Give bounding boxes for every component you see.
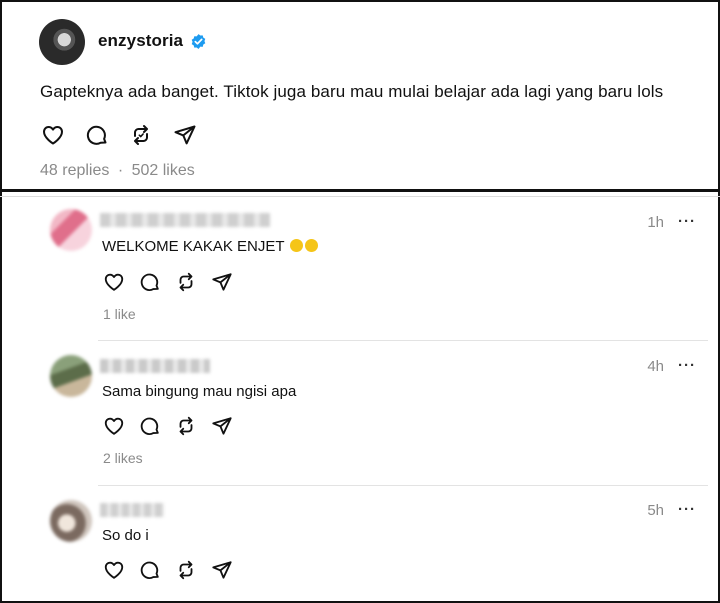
more-options-icon[interactable]: ··· — [678, 501, 696, 518]
comment-icon[interactable] — [139, 415, 161, 437]
divider — [98, 340, 708, 341]
reply-time: 5h — [647, 502, 664, 519]
reply-time: 1h — [647, 214, 664, 231]
grinning-squint-face-icon — [305, 239, 319, 252]
comment-icon[interactable] — [139, 559, 161, 581]
repost-icon[interactable] — [175, 271, 197, 293]
divider — [98, 485, 708, 486]
avatar[interactable] — [50, 500, 92, 542]
share-icon[interactable] — [211, 271, 233, 293]
repost-icon[interactable] — [175, 415, 197, 437]
share-icon[interactable] — [211, 559, 233, 581]
post-username[interactable]: enzystoria — [98, 31, 183, 51]
stats-separator: · — [117, 162, 124, 179]
post-text: Gapteknya ada banget. Tiktok juga baru m… — [40, 82, 664, 101]
replies-count[interactable]: 48 replies — [40, 162, 109, 179]
post-actions — [41, 123, 197, 147]
reply-text: Sama bingung mau ngisi apa — [102, 383, 297, 400]
reply-time: 4h — [647, 358, 664, 375]
reply-username-blurred[interactable] — [100, 213, 270, 227]
reply-actions — [103, 415, 233, 437]
reply-text: So do i — [102, 527, 149, 544]
grinning-squint-face-icon — [290, 239, 304, 252]
share-icon[interactable] — [173, 123, 197, 147]
heart-icon[interactable] — [103, 271, 125, 293]
section-divider — [0, 189, 720, 192]
divider — [0, 196, 720, 197]
heart-icon[interactable] — [41, 123, 65, 147]
share-icon[interactable] — [211, 415, 233, 437]
repost-icon[interactable] — [129, 123, 153, 147]
reply-actions — [103, 559, 233, 581]
reply-actions — [103, 271, 233, 293]
reply-text-content: WELKOME KAKAK ENJET — [102, 238, 285, 255]
post-stats: 48 replies · 502 likes — [40, 162, 195, 180]
heart-icon[interactable] — [103, 559, 125, 581]
reply-likes[interactable]: 1 like — [103, 306, 136, 322]
reply-text: WELKOME KAKAK ENJET — [102, 238, 319, 255]
heart-icon[interactable] — [103, 415, 125, 437]
comment-icon[interactable] — [85, 123, 109, 147]
repost-icon[interactable] — [175, 559, 197, 581]
likes-count[interactable]: 502 likes — [132, 162, 195, 179]
avatar[interactable] — [50, 209, 92, 251]
reply-username-blurred[interactable] — [100, 359, 210, 373]
comment-icon[interactable] — [139, 271, 161, 293]
main-post: enzystoria Gapteknya ada banget. Tiktok … — [2, 2, 718, 190]
reply-likes[interactable]: 2 likes — [103, 450, 143, 466]
more-options-icon[interactable]: ··· — [678, 213, 696, 230]
more-options-icon[interactable]: ··· — [678, 357, 696, 374]
reply-username-blurred[interactable] — [100, 503, 164, 517]
avatar[interactable] — [50, 355, 92, 397]
verified-badge-icon — [191, 34, 206, 49]
avatar[interactable] — [39, 19, 85, 65]
